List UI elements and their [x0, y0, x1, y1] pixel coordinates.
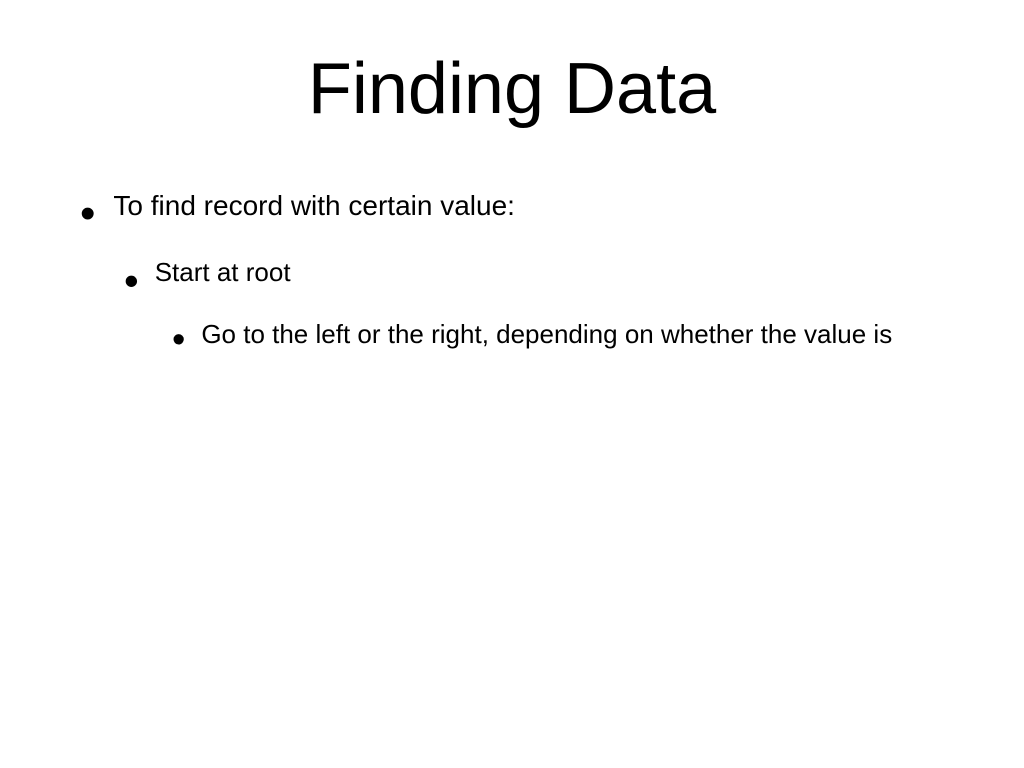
bullet-text-l1: To find record with certain value: [113, 188, 515, 223]
bullet-text-l3: Go to the left or the right, depending o… [201, 317, 892, 352]
bullet-icon: • [124, 256, 155, 291]
bullet-row-l3: • Go to the left or the right, depending… [172, 317, 976, 352]
bullet-icon: • [172, 317, 201, 350]
slide-title: Finding Data [0, 0, 1024, 130]
slide-body: • To find record with certain value: • S… [0, 130, 1024, 352]
bullet-text-l2: Start at root [155, 256, 291, 289]
bullet-icon: • [80, 188, 113, 226]
bullet-row-l1: • To find record with certain value: [80, 188, 976, 226]
bullet-row-l2: • Start at root [124, 256, 976, 291]
